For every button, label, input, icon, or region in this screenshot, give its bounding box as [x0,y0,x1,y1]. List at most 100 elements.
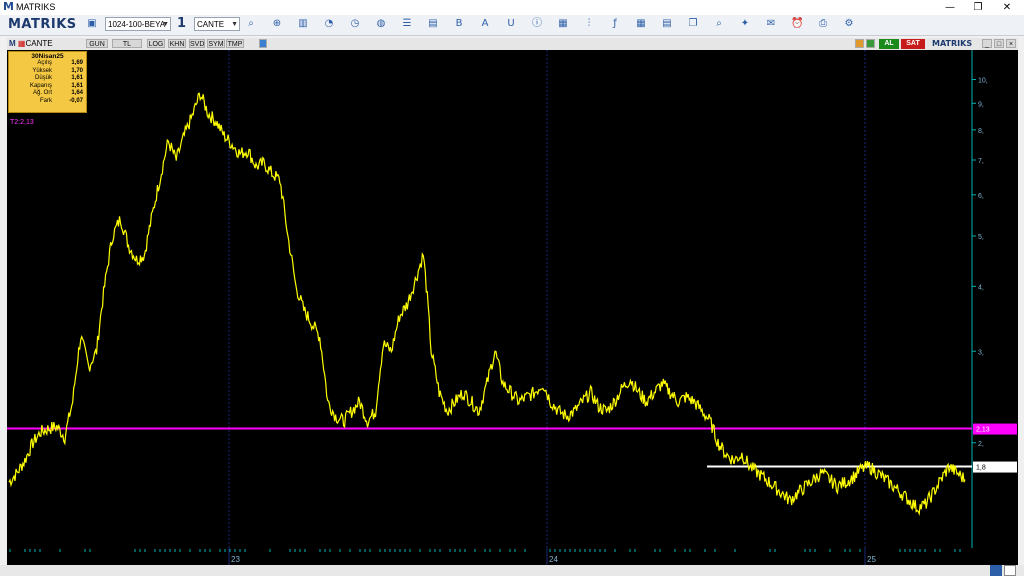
ohlc-info-box: 30Nisan25 Açılış 1,69 Yüksek 1,70 Düşük 1,61 K… [8,51,87,113]
info-label: Yüksek [32,67,52,74]
info-row: Yüksek 1,70 [9,68,86,76]
info-label: Ağ. Ort [32,90,52,96]
minimize-button[interactable]: — [936,0,964,15]
price-chart-svg[interactable]: 10, 9, 8, 7, 6, 5, 4, 3, 2, 2,13 1,8 T2:2,13 [7,50,1018,548]
chevron-down-icon: ▼ [231,21,238,28]
timeline-strip-svg: 23 24 25 [9,548,961,565]
twitter-icon[interactable] [259,39,267,48]
info-row: Düşük 1,61 [9,75,86,83]
layout-icon[interactable] [1004,565,1016,576]
chart-symbol: M ▦CANTE [9,38,53,49]
y-tick-label: 3, [978,349,984,356]
info-label: Kapanış [29,82,52,89]
zoom-icon[interactable]: ⊕ [271,18,283,30]
symbol-select-value: CANTE [197,20,225,29]
period-button-tl[interactable]: TL [112,39,142,48]
maximize-chart-button[interactable]: □ [994,39,1004,48]
info-value: 1,61 [71,75,83,81]
save-icon[interactable]: ▣ [86,18,98,30]
settings-icon[interactable]: ⚙ [843,18,855,30]
y-tick-label: 8, [978,128,984,135]
text-color-icon[interactable]: A [479,18,491,30]
info-row: Kapanış 1,61 [9,83,86,91]
lock-icon[interactable] [855,39,864,48]
price-chart[interactable]: 10, 9, 8, 7, 6, 5, 4, 3, 2, 2,13 1,8 T2:2,13 [7,50,1018,548]
x-tick-label: 24 [549,555,558,564]
level-label: 2,13 [976,427,990,434]
window-title: MATRIKS [16,2,56,12]
symbol-select[interactable]: CANTE ▼ [194,17,240,31]
close-button[interactable]: ✕ [993,0,1021,15]
chart-brand: MATRIKS [932,39,973,48]
twitter-icon[interactable]: ✦ [739,18,751,30]
price-line [8,92,966,517]
y-tick-label: 5, [978,234,984,241]
document-icon[interactable]: ▤ [427,18,439,30]
bar-chart-icon[interactable]: ▥ [297,18,309,30]
y-tick-label: 4, [978,284,984,291]
info-value: 1,64 [71,90,83,96]
buy-button[interactable]: AL [879,39,899,49]
sell-button[interactable]: SAT [901,39,925,49]
grid-icon: ▦ [15,39,26,48]
globe-icon[interactable]: ◍ [375,18,387,30]
x-tick-label: 25 [867,555,876,564]
table-icon[interactable]: ▤ [661,18,673,30]
y-tick-label: 6, [978,193,984,200]
info-value: 1,70 [71,67,83,74]
refresh-icon[interactable] [866,39,875,48]
list-icon[interactable]: ☰ [401,18,413,30]
copy-icon[interactable]: ❐ [687,18,699,30]
indicator-icon[interactable]: ⫶ [583,18,595,30]
period-button-sym[interactable]: SYM [207,39,225,48]
chart-symbol-label: CANTE [25,39,53,48]
level-label: 1,8 [976,465,986,472]
minimize-chart-button[interactable]: _ [982,39,992,48]
pie-chart-icon[interactable]: ◔ [323,18,335,30]
clock-icon[interactable]: ◷ [349,18,361,30]
info-date: 30Nisan25 [31,53,64,60]
y-tick-label: 9, [978,101,984,108]
bold-icon[interactable]: B [453,18,465,30]
settings-icon[interactable] [990,565,1002,576]
info-value: 1,69 [71,60,83,66]
info-value: -0,07 [69,97,83,104]
main-toolbar: MATRIKS ▣ 1024-100-BEYA ▼ 1 CANTE ▼ ⌕ ⊕ ▥ ◔ ◷ ◍… [0,15,1024,36]
info-label: Fark [40,97,52,104]
y-tick-label: 2, [978,441,984,448]
layout-select[interactable]: 1024-100-BEYA ▼ [105,17,171,31]
timeline-strip[interactable]: 23 24 25 [7,548,1018,565]
alarm-icon[interactable]: ⏰ [791,18,803,30]
grid-icon[interactable]: ▦ [635,18,647,30]
search-icon[interactable]: ⌕ [245,18,257,30]
period-number[interactable]: 1 [177,16,186,31]
period-button-tmp[interactable]: TMP [226,39,244,48]
y-tick-label: 10, [978,78,988,85]
info-label: Düşük [34,75,52,81]
period-button-gun[interactable]: GUN [86,39,108,48]
period-button-khn[interactable]: KHN [168,39,186,48]
info-icon[interactable]: ⓘ [531,18,543,30]
info-value: 1,61 [71,82,83,89]
y-tick-label: 7, [978,158,984,165]
mail-icon[interactable]: ✉ [765,18,777,30]
news-icon[interactable]: ▦ [557,18,569,30]
print-icon[interactable]: ⎙ [817,18,829,30]
info-row: Açılış 1,69 [9,60,86,68]
period-button-log[interactable]: LOG [147,39,165,48]
search-icon[interactable]: ⌕ [713,18,725,30]
x-tick-label: 23 [231,555,240,564]
support-annotation: T2:2,13 [10,119,34,126]
brand-logo: MATRIKS [8,17,77,32]
chevron-down-icon: ▼ [162,21,169,28]
underline-icon[interactable]: U [505,18,517,30]
info-row: Ağ. Ort 1,64 [9,90,86,98]
maximize-button[interactable]: ❐ [964,0,992,15]
info-label: Açılış [37,60,52,66]
period-button-svd[interactable]: SVD [189,39,205,48]
function-icon[interactable]: ƒ [609,18,621,30]
close-chart-button[interactable]: × [1006,39,1016,48]
info-row: Fark -0,07 [9,98,86,106]
info-rows: Açılış 1,69 Yüksek 1,70 Düşük 1,61 Kapanış 1,61… [9,60,86,105]
status-bar [0,565,1024,576]
